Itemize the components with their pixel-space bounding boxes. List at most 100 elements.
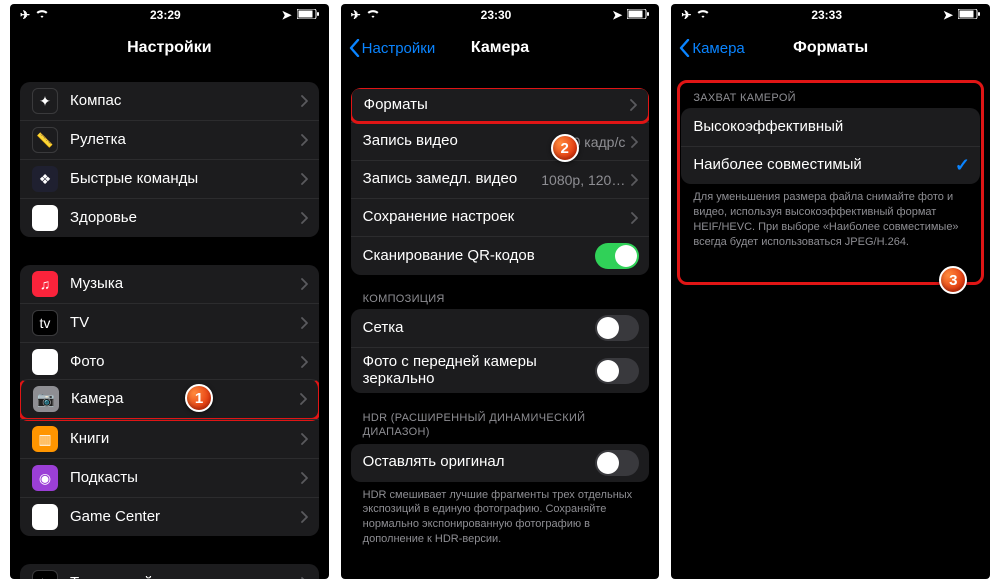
row-label: Фото с передней камеры зеркально [363, 354, 596, 387]
battery-icon [958, 8, 980, 22]
back-button[interactable]: Камера [679, 39, 744, 57]
row-label: Здоровье [70, 210, 301, 227]
phone-settings-root: ✈︎ 23:29 ➤ Настройки ✦Компас 📏 Рулетка ❖ Быс… [10, 4, 329, 579]
navbar: Камера Форматы [671, 26, 990, 70]
navbar: Настройки Камера [341, 26, 660, 70]
camera-icon: 📷 [33, 386, 59, 412]
provider-icon: ⇆ [32, 570, 58, 579]
row-detail: 1080p, 120… [541, 172, 625, 188]
row-label: Оставлять оригинал [363, 454, 596, 471]
back-button[interactable]: Настройки [349, 39, 436, 57]
row-label: Телепровайдер [70, 575, 301, 579]
back-label: Камера [692, 40, 744, 57]
toggle-switch[interactable] [595, 358, 639, 384]
settings-row[interactable]: Форматы [351, 88, 650, 124]
battery-icon [627, 8, 649, 22]
phone-formats: ✈︎ 23:33 ➤ Камера Форматы ЗАХВАТ КАМЕРОЙ… [671, 4, 990, 579]
chevron-right-icon [631, 136, 639, 148]
row-label: Музыка [70, 276, 301, 293]
row-label: Фото [70, 354, 301, 371]
chevron-right-icon [631, 212, 639, 224]
chevron-right-icon [301, 278, 309, 290]
chevron-right-icon [301, 212, 309, 224]
option-row[interactable]: Высокоэффективный [681, 108, 980, 146]
settings-row[interactable]: ♥ Здоровье [20, 198, 319, 237]
settings-row[interactable]: ▥Книги [20, 419, 319, 458]
row-label: Сетка [363, 320, 596, 337]
camera-group-composition: Сетка Фото с передней камеры зеркально [351, 309, 650, 393]
health-icon: ♥ [32, 205, 58, 231]
section-header-composition: КОМПОЗИЦИЯ [363, 293, 638, 305]
camera-group-main: ФорматыЗапись видео60 кадр/сЗапись замед… [351, 88, 650, 275]
location-icon: ➤ [612, 8, 622, 22]
chevron-right-icon [301, 134, 309, 146]
chevron-right-icon [301, 433, 309, 445]
settings-row[interactable]: Сканирование QR-кодов [351, 236, 650, 275]
gamecenter-icon: ●● [32, 504, 58, 530]
chevron-right-icon [301, 356, 309, 368]
settings-row[interactable]: Фото с передней камеры зеркально [351, 347, 650, 393]
tv-icon: tv [32, 310, 58, 336]
music-icon: ♫ [32, 271, 58, 297]
callout-badge-1: 1 [185, 384, 213, 412]
row-label: Рулетка [70, 132, 301, 149]
status-bar: ✈︎ 23:33 ➤ [671, 4, 990, 26]
wifi-icon [35, 8, 49, 22]
settings-row[interactable]: ❖ Быстрые команды [20, 159, 319, 198]
row-label: Быстрые команды [70, 171, 301, 188]
airplane-icon: ✈︎ [681, 8, 691, 22]
chevron-right-icon [300, 393, 308, 405]
row-label: Сканирование QR-кодов [363, 248, 596, 265]
toggle-switch[interactable] [595, 243, 639, 269]
settings-row[interactable]: ◉Подкасты [20, 458, 319, 497]
callout-badge-2: 2 [551, 134, 579, 162]
back-label: Настройки [362, 40, 436, 57]
shortcuts-icon: ❖ [32, 166, 58, 192]
chevron-right-icon [301, 95, 309, 107]
settings-row[interactable]: ✦Компас [20, 82, 319, 120]
row-label: Подкасты [70, 470, 301, 487]
status-time: 23:30 [466, 8, 526, 22]
row-label: Запись замедл. видео [363, 171, 542, 188]
settings-row[interactable]: Оставлять оригинал [351, 444, 650, 482]
chevron-right-icon [301, 577, 309, 579]
battery-icon [297, 8, 319, 22]
chevron-right-icon [630, 99, 638, 111]
settings-row[interactable]: 📷Камера [20, 379, 319, 421]
settings-row[interactable]: ●● Game Center [20, 497, 319, 536]
settings-row[interactable]: Сохранение настроек [351, 198, 650, 236]
status-bar: ✈︎ 23:29 ➤ [10, 4, 329, 26]
measure-icon: 📏 [32, 127, 58, 153]
chevron-right-icon [301, 173, 309, 185]
formats-group-capture: ВысокоэффективныйНаиболее совместимый✓ [681, 108, 980, 184]
settings-row[interactable]: tvTV [20, 303, 319, 342]
settings-row[interactable]: Запись видео60 кадр/с [351, 122, 650, 160]
settings-row[interactable]: ⇆ Телепровайдер [20, 564, 319, 579]
toggle-switch[interactable] [595, 315, 639, 341]
row-label: Наиболее совместимый [693, 157, 955, 174]
phone-camera-settings: ✈︎ 23:30 ➤ Настройки Камера ФорматыЗапис… [341, 4, 660, 579]
section-footer-hdr: HDR смешивает лучшие фрагменты трех отде… [363, 488, 638, 547]
settings-row[interactable]: Запись замедл. видео1080p, 120… [351, 160, 650, 198]
status-time: 23:29 [135, 8, 195, 22]
settings-row[interactable]: Сетка [351, 309, 650, 347]
toggle-switch[interactable] [595, 450, 639, 476]
option-row[interactable]: Наиболее совместимый✓ [681, 146, 980, 184]
row-label: Запись видео [363, 133, 565, 150]
settings-row[interactable]: ♫ Музыка [20, 265, 319, 303]
location-icon: ➤ [943, 8, 953, 22]
formats-content[interactable]: ЗАХВАТ КАМЕРОЙ ВысокоэффективныйНаиболее… [671, 70, 990, 579]
settings-row[interactable]: 📏 Рулетка [20, 120, 319, 159]
settings-group-provider: ⇆ Телепровайдер [20, 564, 319, 579]
row-label: Game Center [70, 509, 301, 526]
settings-group-media: ♫МузыкаtvTV✿Фото📷Камера▥Книги◉Подкасты●●… [20, 265, 319, 536]
airplane-icon: ✈︎ [351, 8, 361, 22]
chevron-right-icon [301, 511, 309, 523]
navbar: Настройки [10, 26, 329, 70]
settings-row[interactable]: ✿Фото [20, 342, 319, 381]
settings-content[interactable]: ✦Компас 📏 Рулетка ❖ Быстрые команды ♥ Здоровье… [10, 70, 329, 579]
section-header-hdr: HDR (РАСШИРЕННЫЙ ДИНАМИЧЕСКИЙ ДИАПАЗОН) [363, 411, 638, 440]
status-bar: ✈︎ 23:30 ➤ [341, 4, 660, 26]
row-label: Книги [70, 431, 301, 448]
camera-content[interactable]: ФорматыЗапись видео60 кадр/сЗапись замед… [341, 70, 660, 579]
